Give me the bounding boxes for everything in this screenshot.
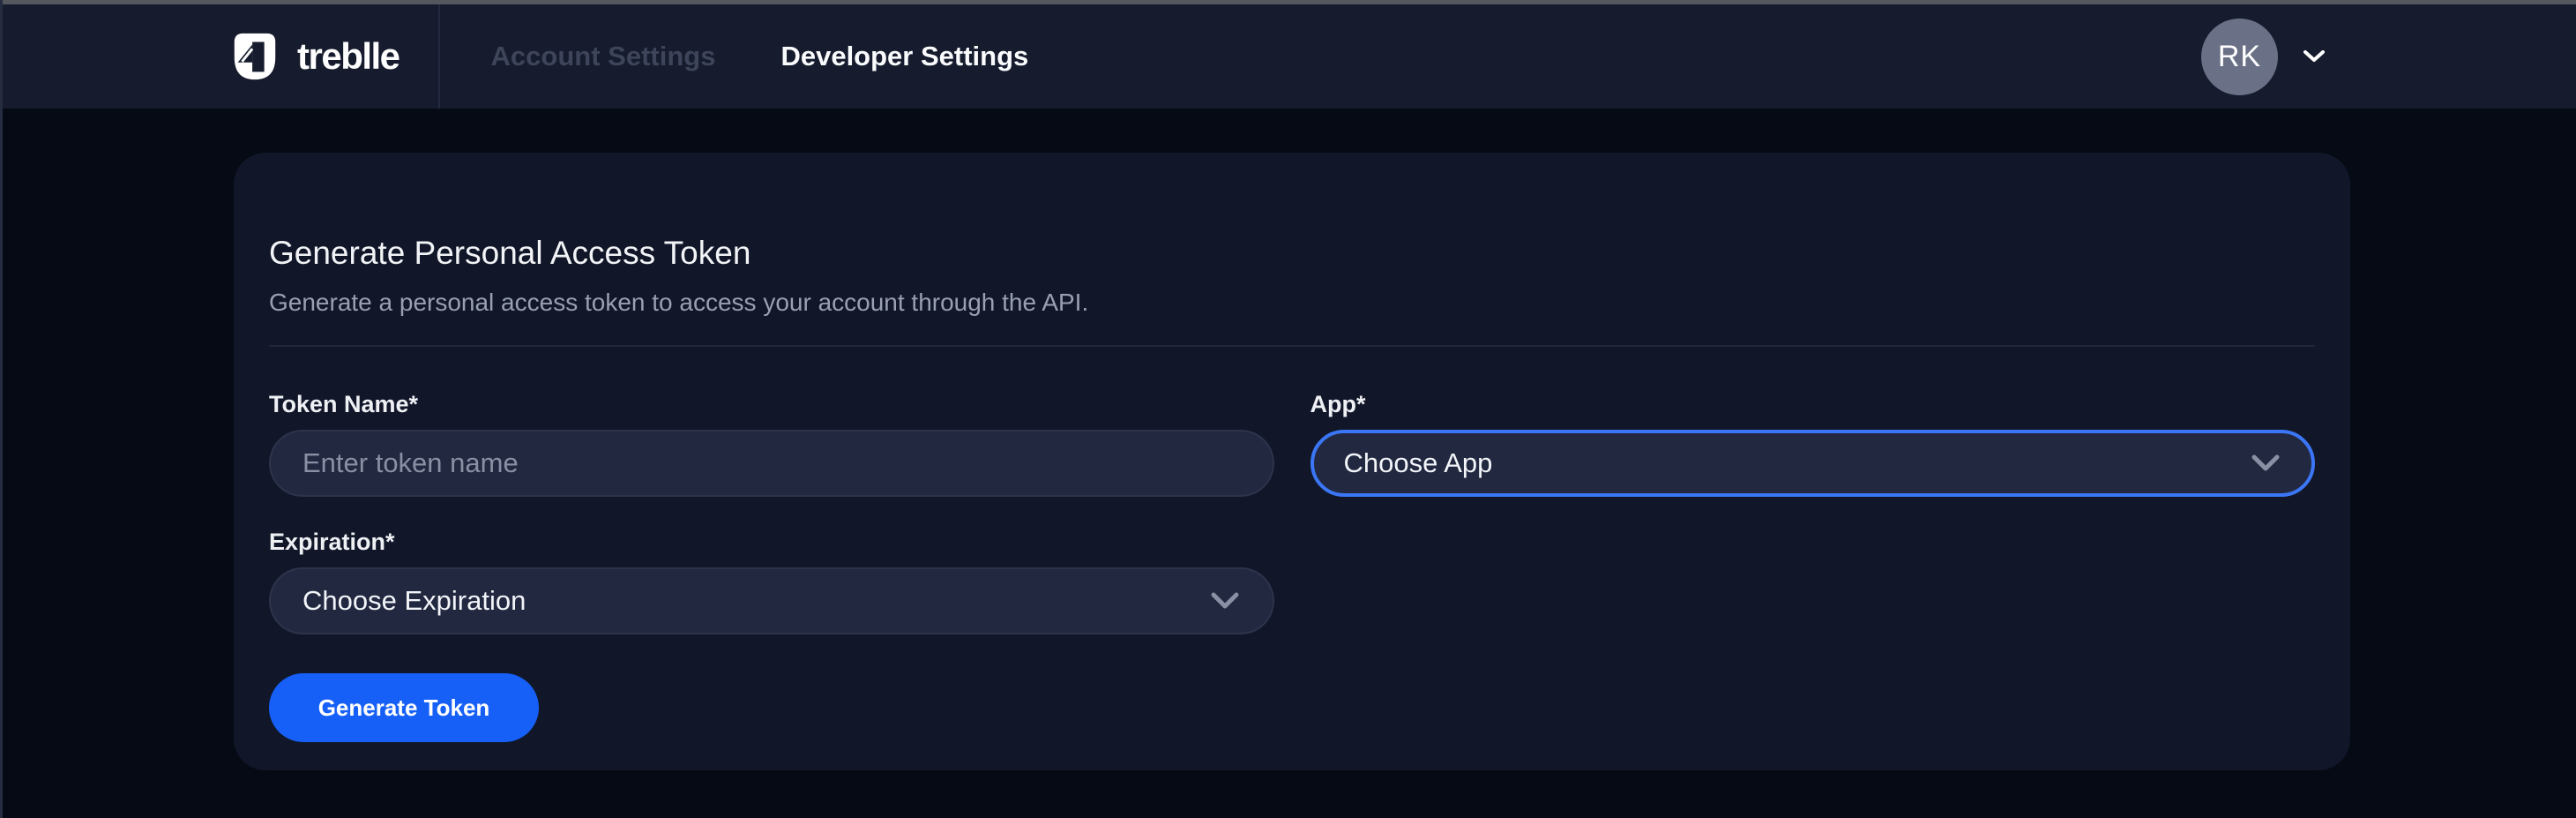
token-name-field-group: Token Name* xyxy=(269,389,1274,497)
treblle-shield-icon xyxy=(227,30,283,83)
expiration-select-chevron-down-icon xyxy=(1209,591,1241,611)
card-divider xyxy=(269,345,2315,347)
main-content: Generate Personal Access Token Generate … xyxy=(0,109,2576,770)
app-field-group: App* Choose App xyxy=(1310,389,2316,497)
app-select-chevron-down-icon xyxy=(2250,454,2281,473)
user-menu-chevron-down-icon[interactable] xyxy=(2303,49,2326,64)
window-edge xyxy=(0,0,3,818)
expiration-label: Expiration* xyxy=(269,527,1274,557)
navbar: treblle Account Settings Developer Setti… xyxy=(0,4,2576,109)
settings-tabs: Account Settings Developer Settings xyxy=(491,4,1029,109)
generate-token-card: Generate Personal Access Token Generate … xyxy=(234,153,2350,770)
brand-wordmark: treblle xyxy=(297,35,399,78)
card-title: Generate Personal Access Token xyxy=(269,153,2315,273)
token-name-label: Token Name* xyxy=(269,389,1274,419)
token-name-input[interactable] xyxy=(269,430,1274,497)
tab-developer-settings[interactable]: Developer Settings xyxy=(780,4,1028,109)
expiration-select[interactable]: Choose Expiration xyxy=(269,567,1274,634)
expiration-select-value: Choose Expiration xyxy=(302,585,526,617)
app-label: App* xyxy=(1310,389,2316,419)
user-menu: RK xyxy=(2201,19,2576,95)
expiration-field-group: Expiration* Choose Expiration xyxy=(269,527,1274,634)
avatar[interactable]: RK xyxy=(2201,19,2278,95)
navbar-divider xyxy=(438,4,440,109)
generate-token-button[interactable]: Generate Token xyxy=(269,673,539,742)
token-form: Token Name* App* Choose App Expiration* … xyxy=(269,389,2315,634)
app-select[interactable]: Choose App xyxy=(1310,430,2316,497)
brand-logo-link[interactable]: treblle xyxy=(227,30,399,83)
app-select-value: Choose App xyxy=(1344,447,1493,479)
card-subtitle: Generate a personal access token to acce… xyxy=(269,287,2315,319)
tab-account-settings[interactable]: Account Settings xyxy=(491,4,716,109)
